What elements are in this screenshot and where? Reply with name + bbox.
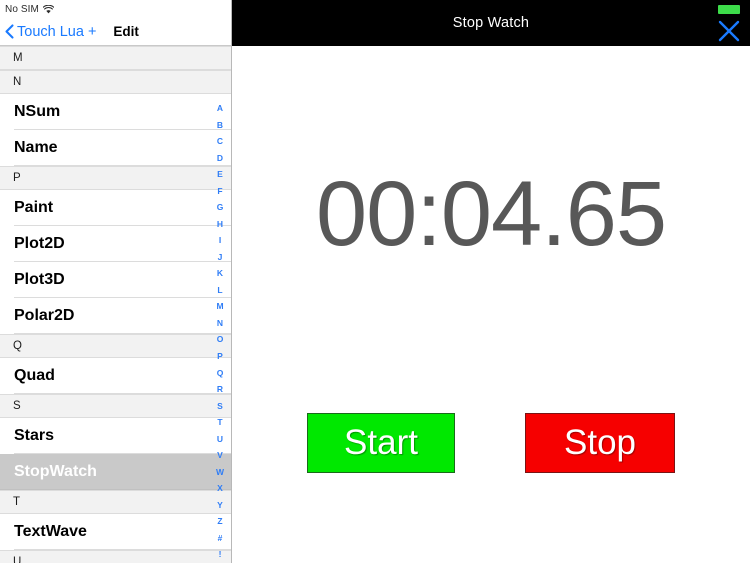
index-letter[interactable]: P (209, 348, 231, 365)
list-item[interactable]: NSum (0, 94, 231, 130)
index-letter[interactable]: F (209, 183, 231, 200)
stopwatch-time-display: 00:04.65 (315, 163, 667, 265)
index-letter[interactable]: J (209, 249, 231, 266)
index-letter[interactable]: B (209, 117, 231, 134)
index-letter[interactable]: V (209, 447, 231, 464)
list-item[interactable]: Polar2D (0, 298, 231, 334)
page-title: Stop Watch (452, 15, 530, 31)
stop-button[interactable]: Stop (525, 413, 675, 473)
status-bar: No SIM (0, 0, 231, 18)
index-letter[interactable]: H (209, 216, 231, 233)
list-item[interactable]: Stars (0, 418, 231, 454)
list-section-header: Q (0, 334, 231, 358)
list-section-header: T (0, 490, 231, 514)
detail-panel: Stop Watch 00:04.65 Start Stop (232, 0, 750, 563)
detail-header-bar: Stop Watch (232, 0, 750, 46)
list-section-header: N (0, 70, 231, 94)
list-item[interactable]: TextWave (0, 514, 231, 550)
list-item[interactable]: Plot3D (0, 262, 231, 298)
index-letter[interactable]: Q (209, 365, 231, 382)
back-button-label[interactable]: Touch Lua + (17, 24, 96, 40)
index-letter[interactable]: A (209, 100, 231, 117)
list-item[interactable]: Name (0, 130, 231, 166)
index-letter[interactable]: U (209, 431, 231, 448)
start-button[interactable]: Start (307, 413, 455, 473)
list-section-header: U (0, 550, 231, 563)
list-item[interactable]: StopWatch (0, 454, 231, 490)
wifi-icon (42, 4, 54, 14)
index-letter[interactable]: # (209, 530, 231, 547)
sidebar-panel: No SIM Touch Lua + Edit M N NSum Name P Paint… (0, 0, 232, 563)
index-letter[interactable]: R (209, 381, 231, 398)
battery-full-icon (718, 5, 740, 14)
index-letter[interactable]: D (209, 150, 231, 167)
index-letter[interactable]: Y (209, 497, 231, 514)
index-letter[interactable]: T (209, 414, 231, 431)
index-letter[interactable]: X (209, 480, 231, 497)
index-letter[interactable]: E (209, 166, 231, 183)
index-letter[interactable]: C (209, 133, 231, 150)
index-letter[interactable]: N (209, 315, 231, 332)
index-letter[interactable]: ! (209, 546, 231, 563)
index-letter[interactable]: O (209, 331, 231, 348)
list-section-header: M (0, 46, 231, 70)
module-list-rows: M N NSum Name P Paint Plot2D Plot3D Polar2D Q Quad… (0, 46, 231, 563)
alphabet-index-strip[interactable]: A B C D E F G H I J K L M N O P Q R S T U V W X Y Z #! (209, 92, 231, 563)
index-letter[interactable]: S (209, 398, 231, 415)
chevron-left-icon[interactable] (5, 24, 17, 39)
module-list[interactable]: M N NSum Name P Paint Plot2D Plot3D Polar2D Q Quad… (0, 46, 231, 563)
index-letter[interactable]: Z (209, 513, 231, 530)
index-letter[interactable]: W (209, 464, 231, 481)
list-section-header: S (0, 394, 231, 418)
list-item[interactable]: Quad (0, 358, 231, 394)
list-item[interactable]: Plot2D (0, 226, 231, 262)
close-x-icon[interactable] (716, 18, 742, 44)
list-section-header: P (0, 166, 231, 190)
carrier-label: No SIM (5, 3, 39, 15)
index-letter[interactable]: M (209, 298, 231, 315)
app-root: No SIM Touch Lua + Edit M N NSum Name P Paint… (0, 0, 750, 563)
list-item[interactable]: Paint (0, 190, 231, 226)
index-letter[interactable]: L (209, 282, 231, 299)
navigation-bar: Touch Lua + Edit (0, 18, 231, 46)
index-letter[interactable]: K (209, 265, 231, 282)
index-letter[interactable]: I (209, 232, 231, 249)
edit-button[interactable]: Edit (113, 24, 139, 39)
index-letter[interactable]: G (209, 199, 231, 216)
